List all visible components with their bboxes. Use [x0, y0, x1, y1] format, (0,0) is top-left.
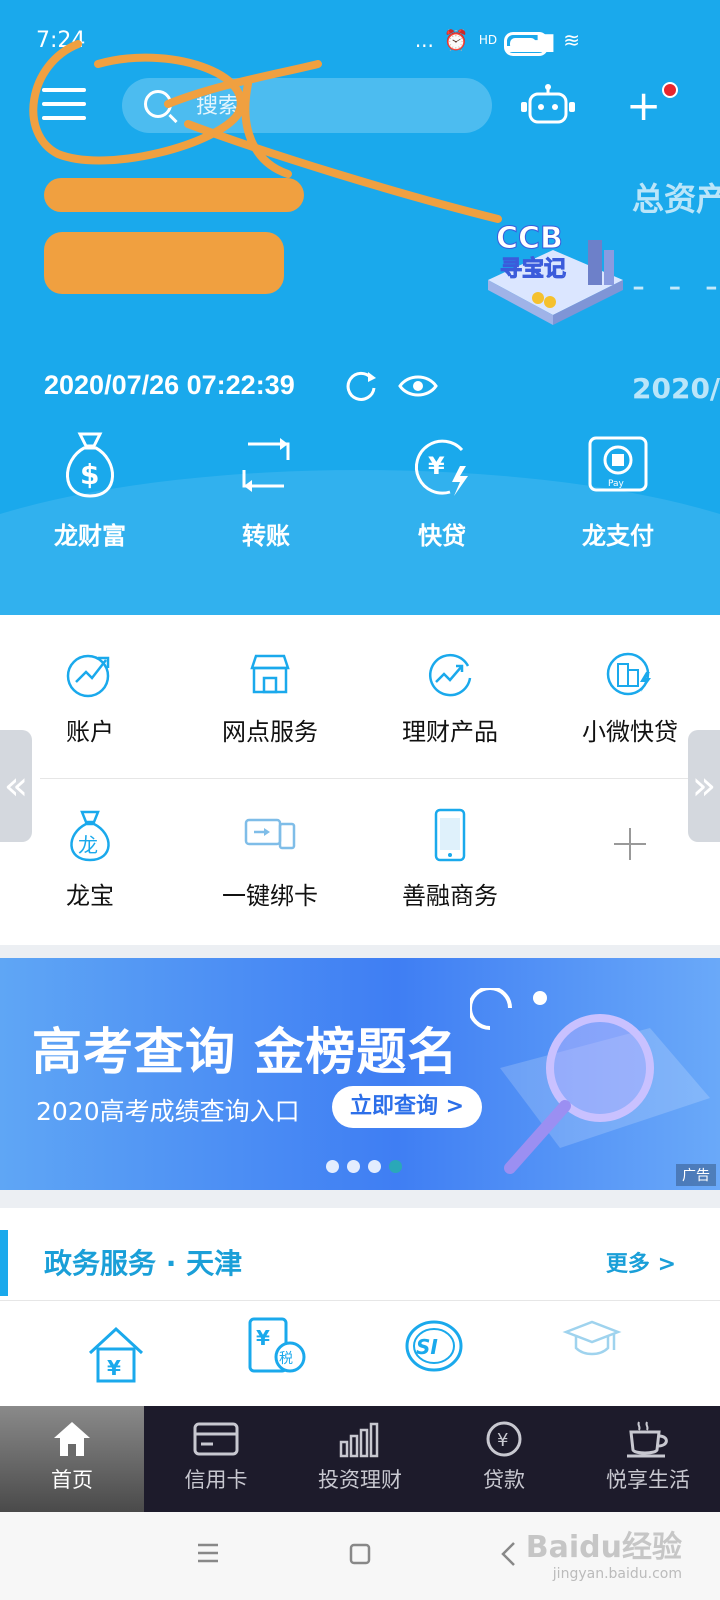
- svg-text:¥: ¥: [107, 1356, 121, 1380]
- tab-investment[interactable]: 投资理财: [288, 1406, 432, 1512]
- pagination-dot[interactable]: [326, 1160, 339, 1173]
- pagination-dot[interactable]: [347, 1160, 360, 1173]
- total-assets-value: - - - - -: [632, 266, 720, 307]
- branch-icon: [250, 654, 290, 694]
- refresh-icon[interactable]: [344, 368, 378, 402]
- section-accent-bar: [0, 1230, 8, 1296]
- wifi-icon: ≋: [563, 28, 580, 52]
- quick-action-label: 转账: [242, 522, 290, 550]
- section-title: 政务服务 · 天津: [44, 1247, 243, 1280]
- dragon-bag-icon: 龙: [70, 810, 110, 862]
- account-icon: [66, 654, 110, 698]
- quick-action-label: 快贷: [418, 522, 466, 550]
- svg-text:寻宝记: 寻宝记: [500, 256, 566, 282]
- bind-card-icon: [244, 818, 296, 850]
- banner-title: 高考查询 金榜题名: [32, 1023, 459, 1081]
- pagination-dot-active[interactable]: [389, 1160, 402, 1173]
- svg-text:¥: ¥: [428, 452, 445, 480]
- section-divider: [0, 1300, 720, 1301]
- banner-query-button[interactable]: 立即查询 >: [332, 1086, 482, 1128]
- update-datetime-secondary: 2020/0: [632, 372, 720, 405]
- recent-apps-icon[interactable]: [196, 1542, 220, 1564]
- tab-label: 悦享生活: [606, 1468, 690, 1492]
- grid-item-shop[interactable]: 善融商务: [360, 808, 540, 911]
- tab-label: 投资理财: [318, 1468, 402, 1492]
- svg-text:税: 税: [279, 1351, 293, 1367]
- back-nav-icon[interactable]: [498, 1540, 518, 1568]
- tab-label: 贷款: [483, 1468, 525, 1492]
- tax-icon[interactable]: ¥ 税: [246, 1315, 310, 1379]
- watermark-url: jingyan.baidu.com: [552, 1566, 682, 1582]
- pagination-dot[interactable]: [368, 1160, 381, 1173]
- yen-coin-icon: ¥: [486, 1421, 522, 1457]
- bar-chart-icon: [339, 1422, 379, 1458]
- plus-icon: [614, 828, 646, 860]
- ccb-treasure-badge-icon[interactable]: CCB 寻宝记: [478, 210, 628, 330]
- header-panel: 7:24 ... ⏰ HD ▂▄▆ ≋ +: [0, 0, 720, 615]
- pay-icon: Pay: [588, 436, 648, 492]
- grid-item-label: 龙宝: [66, 882, 114, 910]
- smb-loan-icon: [606, 652, 651, 696]
- bottom-tab-bar: 首页 信用卡 投资理财 ¥ 贷款 悦享生活: [0, 1406, 720, 1512]
- scroll-right-arrow[interactable]: »: [688, 730, 720, 842]
- home-nav-icon[interactable]: [348, 1542, 372, 1566]
- tab-label: 信用卡: [184, 1468, 248, 1492]
- grid-item-bind-card[interactable]: 一键绑卡: [180, 808, 360, 911]
- grid-item-wealth[interactable]: 理财产品: [360, 648, 540, 747]
- scribble-annotation: [29, 40, 502, 223]
- banner-pagination: [326, 1160, 402, 1173]
- magnifier-illustration-icon: [470, 988, 710, 1174]
- quick-action-loan[interactable]: ¥ 快贷: [352, 430, 532, 551]
- eye-icon[interactable]: [398, 372, 438, 400]
- quick-action-wealth[interactable]: $ 龙财富: [0, 430, 180, 551]
- promo-banner[interactable]: 高考查询 金榜题名 2020高考成绩查询入口 立即查询 > 广告: [0, 958, 720, 1190]
- social-security-icon[interactable]: SI: [404, 1318, 464, 1374]
- scroll-left-arrow[interactable]: «: [0, 730, 32, 842]
- svg-text:龙: 龙: [78, 833, 98, 857]
- total-assets-label: 总资产: [632, 180, 720, 218]
- housing-fund-icon[interactable]: ¥: [86, 1325, 146, 1385]
- add-button[interactable]: +: [626, 85, 661, 127]
- graduation-cap-icon[interactable]: [562, 1316, 622, 1366]
- svg-text:SI: SI: [416, 1335, 438, 1359]
- coffee-cup-icon: [627, 1421, 668, 1458]
- svg-text:$: $: [80, 458, 99, 491]
- grid-item-branch[interactable]: 网点服务: [180, 648, 360, 747]
- tab-home[interactable]: 首页: [0, 1406, 144, 1512]
- credit-card-icon: [193, 1422, 239, 1456]
- baidu-watermark: Baidu经验 jingyan.baidu.com: [526, 1522, 682, 1582]
- grid-item-label: 善融商务: [402, 882, 498, 910]
- tab-credit-card[interactable]: 信用卡: [144, 1406, 288, 1512]
- notification-dot: [662, 82, 678, 98]
- transfer-icon: [242, 438, 290, 492]
- svg-text:CCB: CCB: [496, 221, 563, 256]
- svg-text:¥: ¥: [256, 1326, 270, 1350]
- redaction-mark: [44, 232, 284, 294]
- ad-tag: 广告: [676, 1164, 716, 1186]
- watermark-brand: Baidu经验: [525, 1530, 682, 1565]
- grid-item-label: 一键绑卡: [222, 882, 318, 910]
- tab-lifestyle[interactable]: 悦享生活: [576, 1406, 720, 1512]
- more-link[interactable]: 更多 >: [606, 1246, 676, 1278]
- tab-loan[interactable]: ¥ 贷款: [432, 1406, 576, 1512]
- quick-loan-icon: ¥: [414, 439, 468, 496]
- update-datetime: 2020/07/26 07:22:39: [44, 370, 295, 400]
- quick-action-pay[interactable]: Pay 龙支付: [528, 430, 708, 551]
- quick-action-label: 龙财富: [54, 522, 126, 550]
- svg-text:Pay: Pay: [608, 479, 625, 489]
- quick-action-transfer[interactable]: 转账: [176, 430, 356, 551]
- quick-action-label: 龙支付: [582, 522, 654, 550]
- wealth-chart-icon: [429, 653, 472, 697]
- phone-shop-icon: [434, 808, 466, 862]
- tab-label: 首页: [51, 1468, 93, 1492]
- grid-divider: [40, 778, 720, 779]
- banner-subtitle: 2020高考成绩查询入口: [36, 1097, 300, 1126]
- robot-assistant-icon[interactable]: [518, 84, 578, 128]
- grid-item-label: 网点服务: [222, 718, 318, 746]
- home-icon: [54, 1422, 90, 1456]
- money-bag-icon: $: [66, 432, 114, 498]
- svg-text:¥: ¥: [497, 1430, 508, 1451]
- grid-item-label: 理财产品: [402, 718, 498, 746]
